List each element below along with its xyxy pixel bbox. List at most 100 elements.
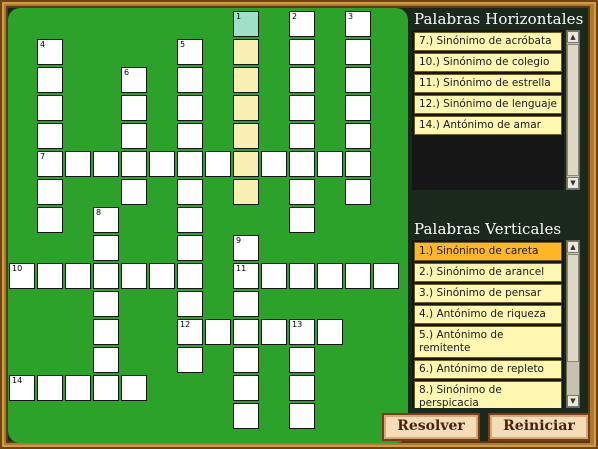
clue-item[interactable]: 5.) Antónimo de remitente bbox=[414, 326, 562, 358]
crossword-cell[interactable]: 14 bbox=[9, 375, 35, 401]
crossword-cell[interactable] bbox=[37, 207, 63, 233]
crossword-cell[interactable] bbox=[37, 95, 63, 121]
crossword-cell[interactable] bbox=[177, 67, 203, 93]
crossword-cell[interactable] bbox=[345, 123, 371, 149]
crossword-cell[interactable] bbox=[65, 263, 91, 289]
crossword-cell[interactable] bbox=[233, 403, 259, 429]
crossword-cell[interactable]: 7 bbox=[37, 151, 63, 177]
crossword-cell[interactable] bbox=[317, 151, 343, 177]
crossword-cell[interactable] bbox=[177, 347, 203, 373]
crossword-cell[interactable] bbox=[317, 319, 343, 345]
crossword-cell[interactable] bbox=[121, 95, 147, 121]
crossword-cell[interactable] bbox=[317, 263, 343, 289]
clue-item[interactable]: 4.) Antónimo de riqueza bbox=[414, 305, 562, 324]
crossword-cell[interactable] bbox=[289, 375, 315, 401]
crossword-cell[interactable] bbox=[205, 151, 231, 177]
clue-item[interactable]: 6.) Antónimo de repleto bbox=[414, 360, 562, 379]
crossword-cell[interactable] bbox=[93, 375, 119, 401]
crossword-cell[interactable]: 12 bbox=[177, 319, 203, 345]
clue-item[interactable]: 10.) Sinónimo de colegio bbox=[414, 53, 562, 72]
crossword-cell[interactable] bbox=[261, 319, 287, 345]
crossword-cell[interactable]: 4 bbox=[37, 39, 63, 65]
horizontal-scrollbar[interactable]: ▲ ▼ bbox=[566, 30, 580, 190]
crossword-cell[interactable] bbox=[289, 179, 315, 205]
crossword-cell[interactable] bbox=[345, 39, 371, 65]
crossword-cell[interactable] bbox=[233, 151, 259, 177]
crossword-cell[interactable] bbox=[149, 263, 175, 289]
clue-item[interactable]: 3.) Sinónimo de pensar bbox=[414, 284, 562, 303]
crossword-cell[interactable] bbox=[37, 375, 63, 401]
crossword-cell[interactable] bbox=[205, 319, 231, 345]
crossword-cell[interactable] bbox=[177, 151, 203, 177]
crossword-cell[interactable] bbox=[233, 123, 259, 149]
crossword-cell[interactable]: 2 bbox=[289, 11, 315, 37]
crossword-cell[interactable] bbox=[233, 347, 259, 373]
scroll-thumb[interactable] bbox=[567, 254, 579, 362]
crossword-cell[interactable] bbox=[121, 375, 147, 401]
scroll-thumb[interactable] bbox=[567, 44, 579, 176]
crossword-cell[interactable] bbox=[121, 179, 147, 205]
crossword-cell[interactable] bbox=[289, 67, 315, 93]
crossword-cell[interactable] bbox=[177, 207, 203, 233]
crossword-cell[interactable] bbox=[177, 235, 203, 261]
crossword-cell[interactable] bbox=[233, 95, 259, 121]
crossword-cell[interactable] bbox=[93, 347, 119, 373]
crossword-cell[interactable] bbox=[345, 95, 371, 121]
crossword-cell[interactable] bbox=[93, 291, 119, 317]
solve-button[interactable]: Resolver bbox=[382, 413, 480, 441]
crossword-cell[interactable] bbox=[289, 403, 315, 429]
crossword-cell[interactable] bbox=[233, 39, 259, 65]
clue-item[interactable]: 14.) Antónimo de amar bbox=[414, 116, 562, 135]
scroll-down-icon[interactable]: ▼ bbox=[567, 177, 579, 189]
crossword-cell[interactable] bbox=[289, 39, 315, 65]
reset-button[interactable]: Reiniciar bbox=[488, 413, 590, 441]
crossword-cell[interactable] bbox=[345, 151, 371, 177]
crossword-cell[interactable]: 13 bbox=[289, 319, 315, 345]
crossword-cell[interactable] bbox=[261, 263, 287, 289]
crossword-cell[interactable] bbox=[37, 263, 63, 289]
crossword-cell[interactable] bbox=[65, 375, 91, 401]
clue-item[interactable]: 12.) Sinónimo de lenguaje bbox=[414, 95, 562, 114]
crossword-cell[interactable] bbox=[37, 123, 63, 149]
crossword-cell[interactable] bbox=[65, 151, 91, 177]
crossword-cell[interactable] bbox=[233, 375, 259, 401]
crossword-cell[interactable] bbox=[289, 347, 315, 373]
vertical-scrollbar[interactable]: ▲ ▼ bbox=[566, 240, 580, 408]
crossword-cell[interactable] bbox=[289, 207, 315, 233]
crossword-cell[interactable] bbox=[37, 67, 63, 93]
crossword-cell[interactable] bbox=[93, 235, 119, 261]
crossword-cell[interactable] bbox=[233, 67, 259, 93]
clue-item[interactable]: 8.) Sinónimo de perspicacia bbox=[414, 381, 562, 408]
scroll-up-icon[interactable]: ▲ bbox=[567, 31, 579, 43]
clue-item[interactable]: 11.) Sinónimo de estrella bbox=[414, 74, 562, 93]
crossword-cell[interactable] bbox=[233, 291, 259, 317]
crossword-cell[interactable]: 5 bbox=[177, 39, 203, 65]
crossword-cell[interactable] bbox=[37, 179, 63, 205]
crossword-cell[interactable]: 11 bbox=[233, 263, 259, 289]
crossword-cell[interactable] bbox=[289, 95, 315, 121]
crossword-cell[interactable]: 9 bbox=[233, 235, 259, 261]
crossword-cell[interactable] bbox=[149, 151, 175, 177]
crossword-cell[interactable] bbox=[345, 67, 371, 93]
crossword-cell[interactable] bbox=[289, 263, 315, 289]
crossword-cell[interactable] bbox=[289, 151, 315, 177]
crossword-cell[interactable] bbox=[121, 263, 147, 289]
crossword-cell[interactable] bbox=[289, 123, 315, 149]
crossword-cell[interactable] bbox=[177, 291, 203, 317]
crossword-cell[interactable] bbox=[177, 123, 203, 149]
crossword-cell[interactable] bbox=[121, 151, 147, 177]
crossword-cell[interactable] bbox=[93, 151, 119, 177]
clue-item[interactable]: 2.) Sinónimo de arancel bbox=[414, 263, 562, 282]
crossword-cell[interactable]: 8 bbox=[93, 207, 119, 233]
crossword-cell[interactable] bbox=[121, 123, 147, 149]
crossword-cell[interactable] bbox=[177, 263, 203, 289]
crossword-cell[interactable]: 1 bbox=[233, 11, 259, 37]
crossword-cell[interactable] bbox=[233, 319, 259, 345]
crossword-cell[interactable] bbox=[261, 151, 287, 177]
scroll-up-icon[interactable]: ▲ bbox=[567, 241, 579, 253]
crossword-cell[interactable] bbox=[345, 263, 371, 289]
crossword-cell[interactable] bbox=[93, 263, 119, 289]
crossword-cell[interactable] bbox=[177, 95, 203, 121]
crossword-cell[interactable]: 10 bbox=[9, 263, 35, 289]
clue-item[interactable]: 7.) Sinónimo de acróbata bbox=[414, 32, 562, 51]
